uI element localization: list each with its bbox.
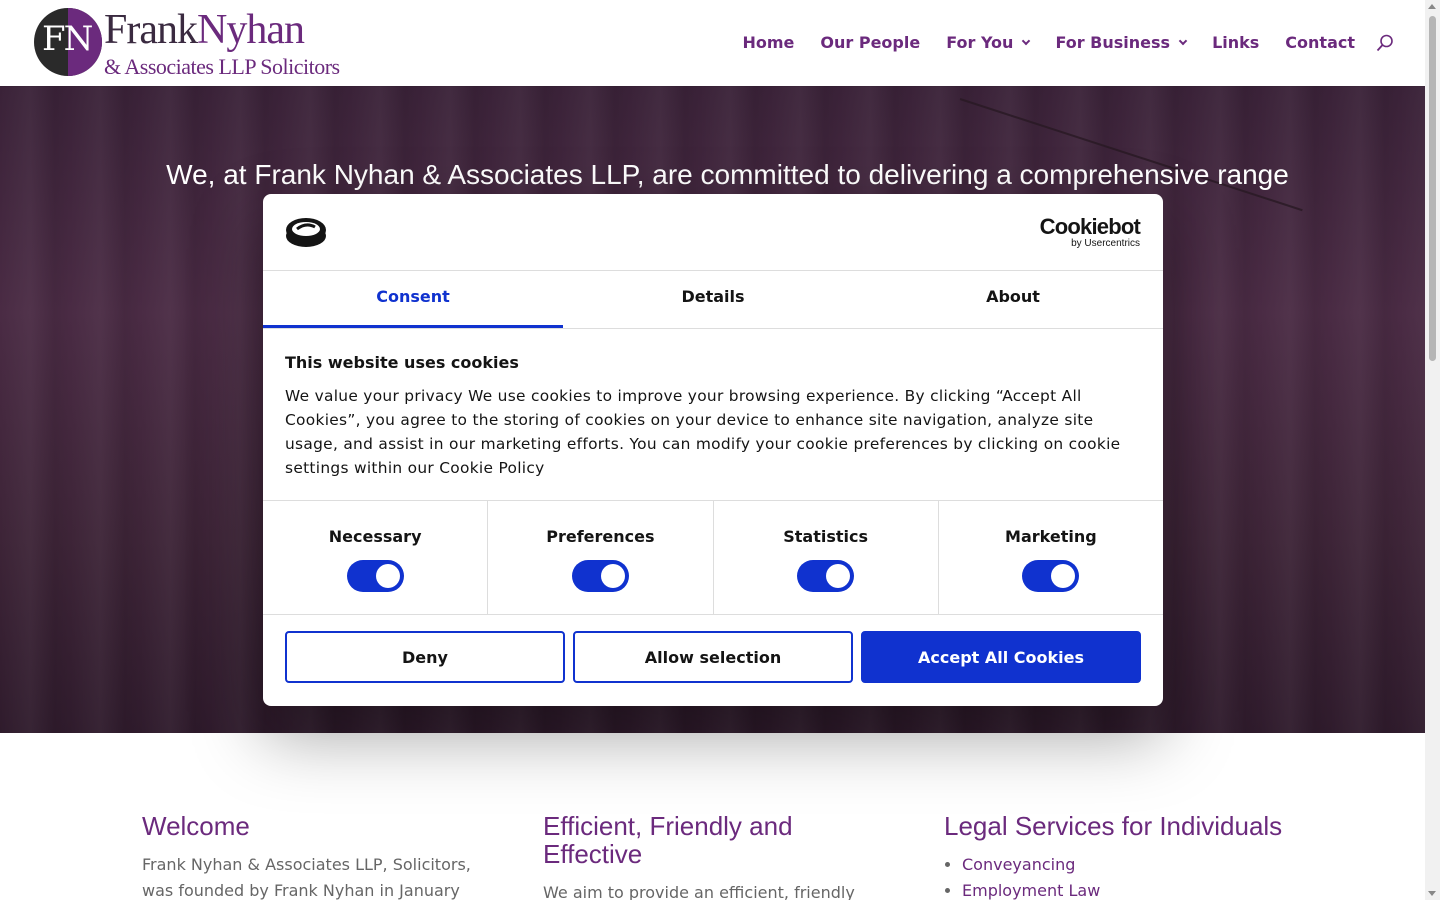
- toggle-necessary[interactable]: [346, 560, 404, 592]
- nav-item-label: Home: [742, 33, 795, 52]
- toggle-preferences[interactable]: [571, 560, 629, 592]
- nav-item-label: Contact: [1285, 33, 1355, 52]
- toggle-label: Statistics: [783, 527, 868, 546]
- section-efficient: Efficient, Friendly and Effective We aim…: [543, 812, 873, 900]
- toggle-label: Preferences: [546, 527, 655, 546]
- nav-item-label: For You: [946, 33, 1014, 52]
- main-nav: Home Our People For You For Business Lin…: [716, 33, 1355, 52]
- toggle-cell-marketing: Marketing: [939, 501, 1163, 614]
- site-logo[interactable]: FN FrankNyhan & Associates LLP Solicitor…: [34, 7, 340, 79]
- logo-name-last: Nyhan: [197, 7, 305, 53]
- section-legal-services: Legal Services for Individuals Conveyanc…: [944, 812, 1324, 900]
- scroll-thumb[interactable]: [1429, 16, 1436, 361]
- cookiebot-brand-main: Cookiebot: [1039, 214, 1141, 239]
- nav-item-for-business[interactable]: For Business: [1055, 33, 1188, 52]
- nav-item-for-you[interactable]: For You: [946, 33, 1031, 52]
- toggle-cell-statistics: Statistics: [714, 501, 939, 614]
- tab-details[interactable]: Details: [563, 271, 863, 328]
- logo-name: FrankNyhan: [104, 7, 305, 53]
- dialog-title: This website uses cookies: [285, 353, 519, 372]
- section-title: Legal Services for Individuals: [944, 811, 1283, 841]
- section-title: Efficient, Friendly and Effective: [543, 811, 793, 869]
- page-scrollbar[interactable]: [1425, 0, 1440, 900]
- site-header: FN FrankNyhan & Associates LLP Solicitor…: [0, 0, 1425, 86]
- tab-consent[interactable]: Consent: [263, 271, 563, 328]
- section-title: Welcome: [142, 811, 250, 841]
- logo-subtitle: & Associates LLP Solicitors: [104, 54, 340, 79]
- section-text: We aim to provide an efficient, friendly…: [543, 883, 855, 900]
- tab-about[interactable]: About: [863, 271, 1163, 328]
- list-item: Employment Law: [962, 878, 1324, 900]
- toggle-knob: [826, 564, 851, 588]
- section-welcome: Welcome Frank Nyhan & Associates LLP, So…: [142, 812, 502, 900]
- toggle-label: Marketing: [1005, 527, 1097, 546]
- toggle-statistics[interactable]: [797, 560, 855, 592]
- dialog-text: We value your privacy We use cookies to …: [285, 387, 1121, 477]
- service-link-employment-law[interactable]: Employment Law: [962, 881, 1100, 900]
- allow-selection-button[interactable]: Allow selection: [573, 631, 853, 683]
- chevron-down-icon: [1178, 36, 1188, 45]
- toggle-cell-necessary: Necessary: [263, 501, 489, 614]
- logo-monogram-text: FN: [42, 19, 93, 59]
- toggle-knob: [375, 564, 400, 588]
- logo-monogram: FN: [34, 8, 102, 76]
- scroll-up-arrow[interactable]: [1428, 4, 1436, 9]
- accept-all-cookies-button[interactable]: Accept All Cookies: [861, 631, 1141, 683]
- list-item: Conveyancing: [962, 852, 1324, 878]
- cookiebot-logo-icon: [286, 218, 326, 247]
- search-icon[interactable]: [1376, 34, 1394, 52]
- deny-button[interactable]: Deny: [285, 631, 565, 683]
- cookie-toggles: Necessary Preferences Statistics Marketi…: [263, 501, 1163, 615]
- dialog-buttons: Deny Allow selection Accept All Cookies: [263, 615, 1163, 699]
- nav-item-label: Links: [1212, 33, 1260, 52]
- logo-name-first: Frank: [104, 7, 198, 53]
- nav-item-links[interactable]: Links: [1212, 33, 1259, 52]
- nav-item-contact[interactable]: Contact: [1285, 33, 1355, 52]
- nav-item-our-people[interactable]: Our People: [820, 33, 920, 52]
- dialog-tabs: Consent Details About: [263, 271, 1163, 329]
- chevron-down-icon: [1022, 36, 1031, 45]
- nav-item-label: For Business: [1055, 33, 1171, 52]
- dialog-body: This website uses cookies We value your …: [263, 329, 1163, 501]
- toggle-label: Necessary: [328, 527, 422, 546]
- cookie-consent-dialog: Cookiebot by Usercentrics Consent Detail…: [263, 194, 1163, 706]
- scroll-down-arrow[interactable]: [1428, 891, 1436, 896]
- cookiebot-brand: Cookiebot by Usercentrics: [1039, 214, 1141, 249]
- dialog-header: Cookiebot by Usercentrics: [263, 194, 1163, 271]
- cookiebot-brand-sub: by Usercentrics: [1071, 238, 1140, 249]
- nav-item-label: Our People: [820, 33, 921, 52]
- toggle-marketing[interactable]: [1022, 560, 1080, 592]
- toggle-cell-preferences: Preferences: [488, 501, 714, 614]
- toggle-knob: [1051, 564, 1076, 588]
- toggle-knob: [600, 564, 625, 588]
- nav-item-home[interactable]: Home: [742, 33, 794, 52]
- services-list: Conveyancing Employment Law: [944, 852, 1324, 900]
- service-link-conveyancing[interactable]: Conveyancing: [962, 855, 1075, 874]
- section-text: Frank Nyhan & Associates LLP, Solicitors…: [142, 855, 471, 900]
